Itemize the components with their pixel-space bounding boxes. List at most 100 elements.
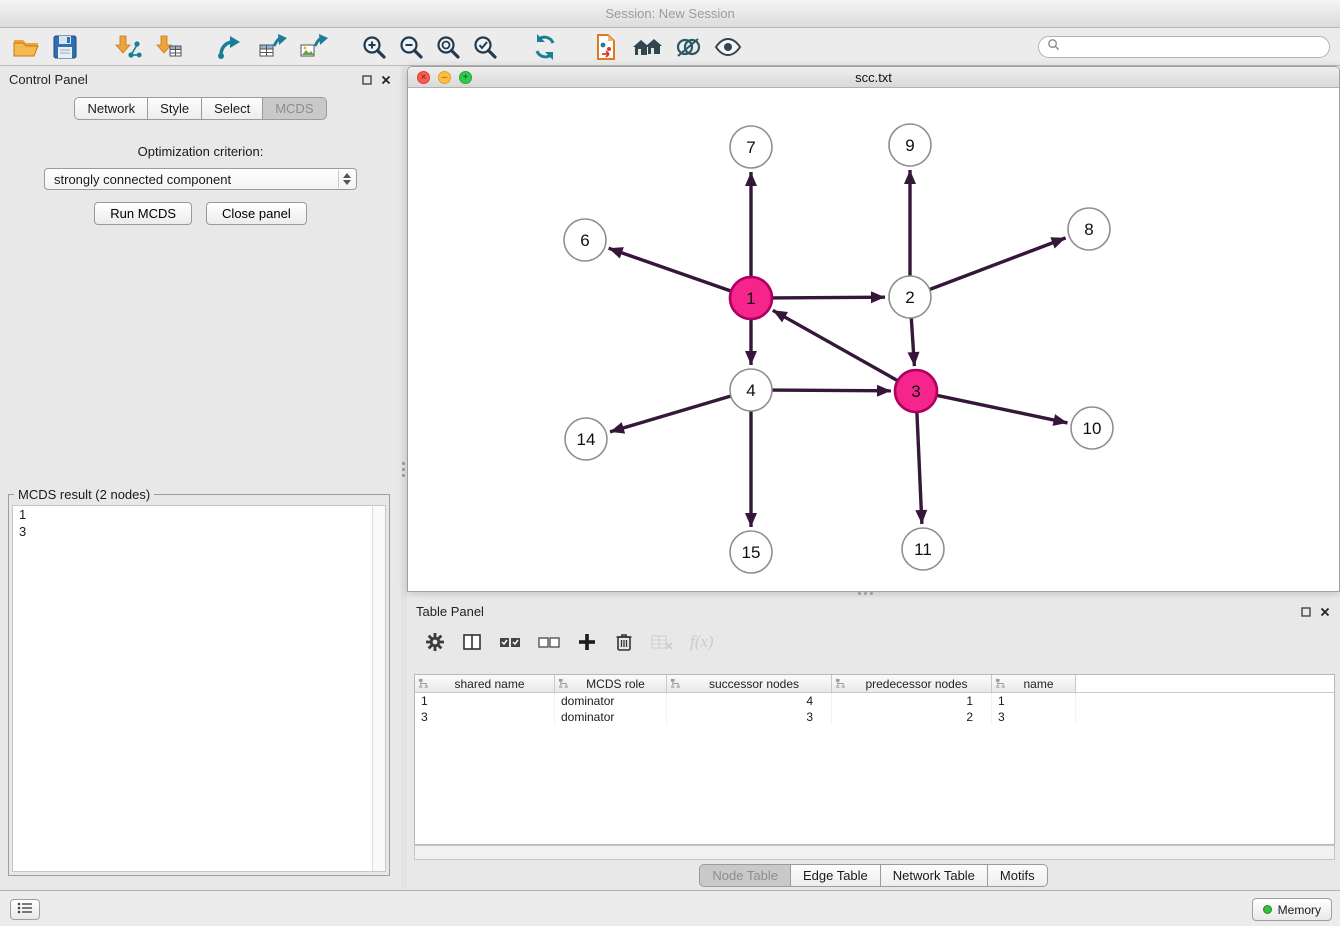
show-panels-button[interactable] <box>10 899 40 920</box>
table-cell: dominator <box>555 693 667 709</box>
tab-network-table[interactable]: Network Table <box>880 864 988 887</box>
network-window-title: scc.txt <box>408 67 1339 88</box>
graph-node-14[interactable]: 14 <box>565 418 607 460</box>
column-type-icon <box>670 678 681 689</box>
table-row[interactable]: 1dominator411 <box>415 693 1334 709</box>
table-cell: 3 <box>415 709 555 725</box>
zoom-out-icon[interactable] <box>398 34 424 60</box>
tab-network[interactable]: Network <box>74 97 148 120</box>
home-layout-icon[interactable] <box>631 33 663 61</box>
mcds-result-list[interactable]: 13 <box>12 505 386 872</box>
graph-node-6[interactable]: 6 <box>564 219 606 261</box>
search-icon <box>1047 38 1060 56</box>
column-header-predecessor-nodes[interactable]: predecessor nodes <box>832 675 992 693</box>
network-window-titlebar[interactable]: scc.txt <box>408 67 1339 88</box>
graph-node-10[interactable]: 10 <box>1071 407 1113 449</box>
svg-text:1: 1 <box>746 289 755 308</box>
import-network-icon[interactable] <box>112 33 142 61</box>
criterion-dropdown[interactable]: strongly connected component <box>44 168 357 190</box>
window-title: Session: New Session <box>0 0 1340 28</box>
search-field[interactable] <box>1038 36 1330 58</box>
tab-node-table[interactable]: Node Table <box>699 864 791 887</box>
settings-gear-icon[interactable] <box>425 632 445 652</box>
select-all-columns-icon[interactable] <box>499 634 521 650</box>
memory-button[interactable]: Memory <box>1252 898 1332 921</box>
edge-3-10[interactable] <box>937 395 1068 423</box>
edge-4-3[interactable] <box>772 390 891 391</box>
close-panel-icon[interactable] <box>381 72 391 90</box>
mcds-result-item[interactable]: 3 <box>13 523 385 540</box>
tab-mcds[interactable]: MCDS <box>262 97 326 120</box>
graph-node-15[interactable]: 15 <box>730 531 772 573</box>
graph-node-8[interactable]: 8 <box>1068 208 1110 250</box>
graph-node-1[interactable]: 1 <box>730 277 772 319</box>
table-scrollbar[interactable] <box>414 845 1335 860</box>
edge-2-8[interactable] <box>930 238 1066 290</box>
filter-style-icon[interactable] <box>674 33 702 61</box>
open-folder-icon[interactable] <box>12 33 40 61</box>
node-table: shared nameMCDS rolesuccessor nodesprede… <box>414 674 1335 845</box>
import-table-icon[interactable] <box>153 33 183 61</box>
column-header-name[interactable]: name <box>992 675 1076 693</box>
graph-node-7[interactable]: 7 <box>730 126 772 168</box>
export-image-icon[interactable] <box>298 33 328 61</box>
zoom-selected-icon[interactable] <box>472 34 498 60</box>
graph-node-9[interactable]: 9 <box>889 124 931 166</box>
table-cell: 3 <box>992 709 1076 725</box>
style-document-icon[interactable] <box>592 33 620 61</box>
network-graph[interactable]: 1 2 3 4 6 7 8 9 10 11 14 15 <box>408 88 1339 591</box>
table-row[interactable]: 3dominator323 <box>415 709 1334 725</box>
tab-edge-table[interactable]: Edge Table <box>790 864 881 887</box>
export-network-icon[interactable] <box>216 33 246 61</box>
close-panel-button[interactable]: Close panel <box>206 202 307 225</box>
float-panel-icon[interactable] <box>362 72 372 90</box>
column-header-MCDS-role[interactable]: MCDS role <box>555 675 667 693</box>
edge-3-11[interactable] <box>917 412 922 524</box>
edge-2-3[interactable] <box>911 318 914 366</box>
edge-3-1[interactable] <box>773 310 898 380</box>
zoom-fit-icon[interactable] <box>435 34 461 60</box>
maximize-window-icon[interactable] <box>459 71 472 84</box>
show-columns-icon[interactable] <box>462 632 482 652</box>
table-cell: 3 <box>667 709 832 725</box>
memory-status-icon <box>1263 905 1272 914</box>
float-panel-icon[interactable] <box>1301 604 1311 622</box>
window-titlebar: Session: New Session <box>0 0 1340 28</box>
tab-motifs[interactable]: Motifs <box>987 864 1048 887</box>
horizontal-splitter[interactable] <box>858 592 873 595</box>
optimization-criterion-label: Optimization criterion: <box>0 144 401 159</box>
zoom-in-icon[interactable] <box>361 34 387 60</box>
edge-1-6[interactable] <box>609 248 732 291</box>
edge-1-2[interactable] <box>772 297 885 298</box>
table-header-row: shared nameMCDS rolesuccessor nodesprede… <box>415 675 1334 693</box>
control-panel: Control Panel NetworkStyleSelectMCDS Opt… <box>0 66 401 890</box>
svg-text:11: 11 <box>914 540 932 559</box>
status-bar: Memory <box>0 890 1340 926</box>
minimize-window-icon[interactable] <box>438 71 451 84</box>
edge-4-14[interactable] <box>610 396 731 432</box>
graph-node-4[interactable]: 4 <box>730 369 772 411</box>
close-window-icon[interactable] <box>417 71 430 84</box>
save-session-icon[interactable] <box>51 33 79 61</box>
graph-node-11[interactable]: 11 <box>902 528 944 570</box>
memory-label: Memory <box>1278 903 1321 917</box>
graph-node-3[interactable]: 3 <box>895 370 937 412</box>
delete-columns-icon[interactable] <box>614 632 634 652</box>
column-header-shared-name[interactable]: shared name <box>415 675 555 693</box>
list-icon <box>17 901 33 919</box>
graph-node-2[interactable]: 2 <box>889 276 931 318</box>
column-header-successor-nodes[interactable]: successor nodes <box>667 675 832 693</box>
network-canvas[interactable]: 1 2 3 4 6 7 8 9 10 11 14 15 <box>408 88 1339 591</box>
tab-style[interactable]: Style <box>147 97 202 120</box>
export-table-icon[interactable] <box>257 33 287 61</box>
run-mcds-button[interactable]: Run MCDS <box>94 202 192 225</box>
show-details-eye-icon[interactable] <box>713 35 743 59</box>
add-column-icon[interactable] <box>577 632 597 652</box>
tab-select[interactable]: Select <box>201 97 263 120</box>
close-panel-icon[interactable] <box>1320 604 1330 622</box>
unselect-all-columns-icon[interactable] <box>538 634 560 650</box>
refresh-view-icon[interactable] <box>531 33 559 61</box>
mcds-result-item[interactable]: 1 <box>13 506 385 523</box>
search-input[interactable] <box>1065 38 1329 56</box>
result-scrollbar[interactable] <box>372 506 385 871</box>
